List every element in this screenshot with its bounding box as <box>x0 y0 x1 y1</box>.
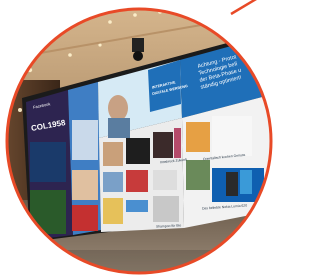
accent-line <box>230 0 257 16</box>
circular-photo <box>7 9 271 273</box>
tile-small-1 <box>103 172 123 192</box>
tile-movie <box>30 142 66 182</box>
tile-man-photo <box>153 196 179 222</box>
tile-small-2 <box>126 170 148 192</box>
promo-person <box>108 95 128 121</box>
tile-wall-logo <box>72 120 98 160</box>
photo-scene <box>5 0 273 275</box>
tile-portrait <box>72 170 98 200</box>
tile-face-photo <box>103 142 123 166</box>
visitor-silhouette <box>34 246 62 273</box>
tile-small-3 <box>103 198 123 224</box>
tile-grocery <box>186 160 210 190</box>
tile-food <box>186 122 210 152</box>
tile-phone <box>126 200 148 212</box>
tile-text-2 <box>212 116 252 156</box>
tile-text-1 <box>153 170 177 190</box>
tile-outdoor <box>30 190 66 234</box>
tile-red <box>72 205 98 231</box>
tile-cw-logo <box>126 138 150 164</box>
tile-bottle <box>174 128 181 158</box>
ceiling-camera <box>132 38 144 52</box>
tile-people <box>153 132 173 158</box>
